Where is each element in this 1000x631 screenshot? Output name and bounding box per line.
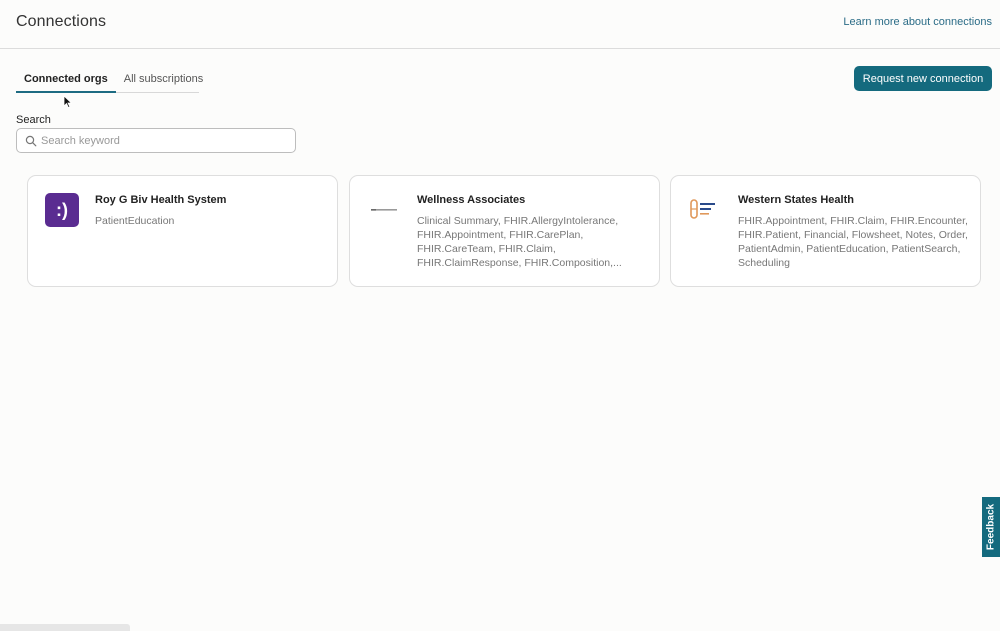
tab-connected-orgs[interactable]: Connected orgs (16, 66, 116, 93)
page-header: Connections Learn more about connections (0, 0, 1000, 49)
org-name: Roy G Biv Health System (95, 194, 227, 206)
org-card-roy-g-biv[interactable]: :) Roy G Biv Health System PatientEducat… (27, 175, 338, 287)
search-label: Search (16, 114, 51, 126)
feedback-button[interactable]: Feedback (982, 497, 1000, 557)
org-name: Western States Health (738, 194, 854, 206)
org-card-western-states-health[interactable]: Western States Health FHIR.Appointment, … (670, 175, 981, 287)
feedback-label: Feedback (985, 503, 997, 551)
search-field[interactable] (16, 128, 296, 153)
page-title: Connections (16, 13, 107, 30)
browser-status-bar (0, 624, 130, 631)
search-icon (25, 135, 37, 147)
mouse-cursor-icon (63, 95, 73, 109)
org-subscriptions: Clinical Summary, FHIR.AllergyIntoleranc… (417, 215, 622, 269)
org-subscriptions: PatientEducation (95, 215, 175, 227)
learn-more-link[interactable]: Learn more about connections (843, 16, 992, 28)
western-states-health-logo (690, 199, 715, 219)
org-subscriptions: FHIR.Appointment, FHIR.Claim, FHIR.Encou… (738, 215, 968, 269)
tab-all-subscriptions[interactable]: All subscriptions (116, 66, 211, 93)
wellness-associates-logo (371, 209, 397, 211)
search-input[interactable] (41, 131, 291, 150)
org-name: Wellness Associates (417, 194, 526, 206)
roy-g-biv-logo: :) (45, 193, 79, 227)
tab-bar: Connected orgs All subscriptions (16, 66, 203, 93)
org-card-wellness-associates[interactable]: Wellness Associates Clinical Summary, FH… (349, 175, 660, 287)
request-new-connection-button[interactable]: Request new connection (854, 66, 992, 91)
